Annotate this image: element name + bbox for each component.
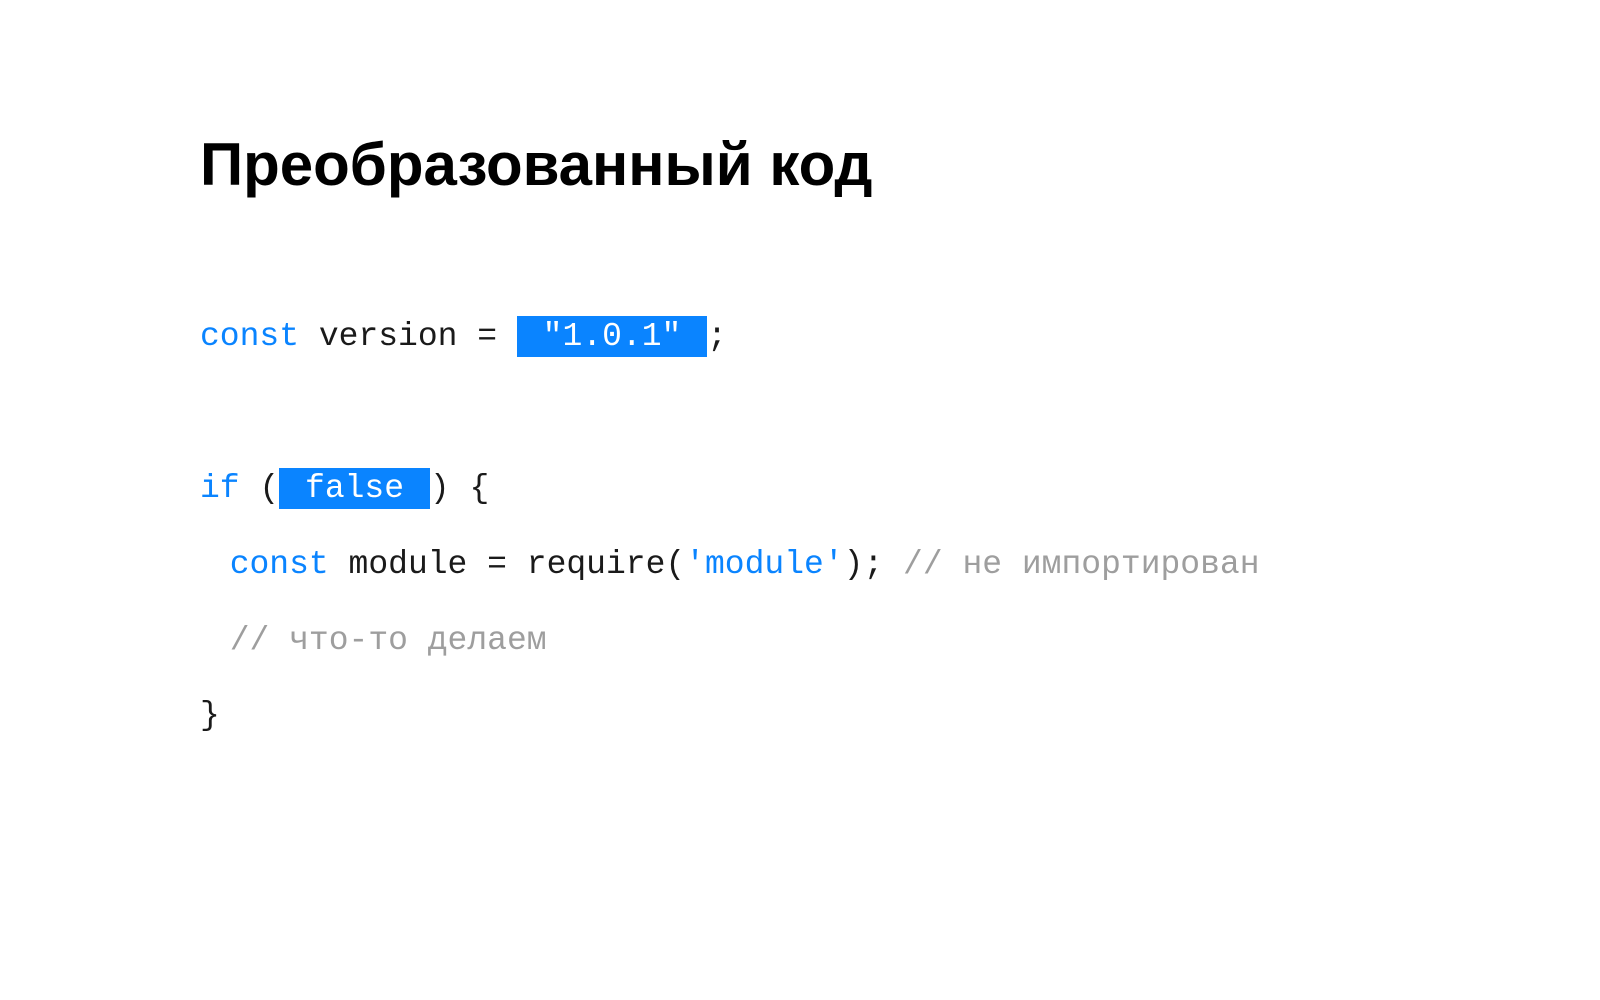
paren-open: ( <box>240 470 280 507</box>
blank-line <box>200 375 1400 451</box>
closing-brace: } <box>200 697 220 734</box>
string-arg: 'module' <box>685 546 843 583</box>
comment-line: // что-то делаем <box>230 622 547 659</box>
require-call: module = require( <box>329 546 685 583</box>
keyword-if: if <box>200 470 240 507</box>
slide-title: Преобразованный код <box>200 130 1400 199</box>
keyword-const: const <box>230 546 329 583</box>
semicolon: ; <box>707 318 727 355</box>
code-line-4: // что-то делаем <box>200 603 1400 679</box>
paren-close-brace: ) { <box>430 470 489 507</box>
variable-name: version <box>299 318 477 355</box>
call-close: ); <box>844 546 884 583</box>
code-line-2: if ( false ) { <box>200 451 1400 527</box>
highlighted-value: "1.0.1" <box>517 316 707 357</box>
comment-inline: // не импортирован <box>883 546 1259 583</box>
code-line-5: } <box>200 678 1400 754</box>
code-block: const version = "1.0.1" ; if ( false ) {… <box>200 299 1400 754</box>
code-line-3: const module = require('module'); // не … <box>200 527 1400 603</box>
code-line-1: const version = "1.0.1" ; <box>200 299 1400 375</box>
highlighted-condition: false <box>279 468 430 509</box>
keyword-const: const <box>200 318 299 355</box>
equals: = <box>477 318 517 355</box>
